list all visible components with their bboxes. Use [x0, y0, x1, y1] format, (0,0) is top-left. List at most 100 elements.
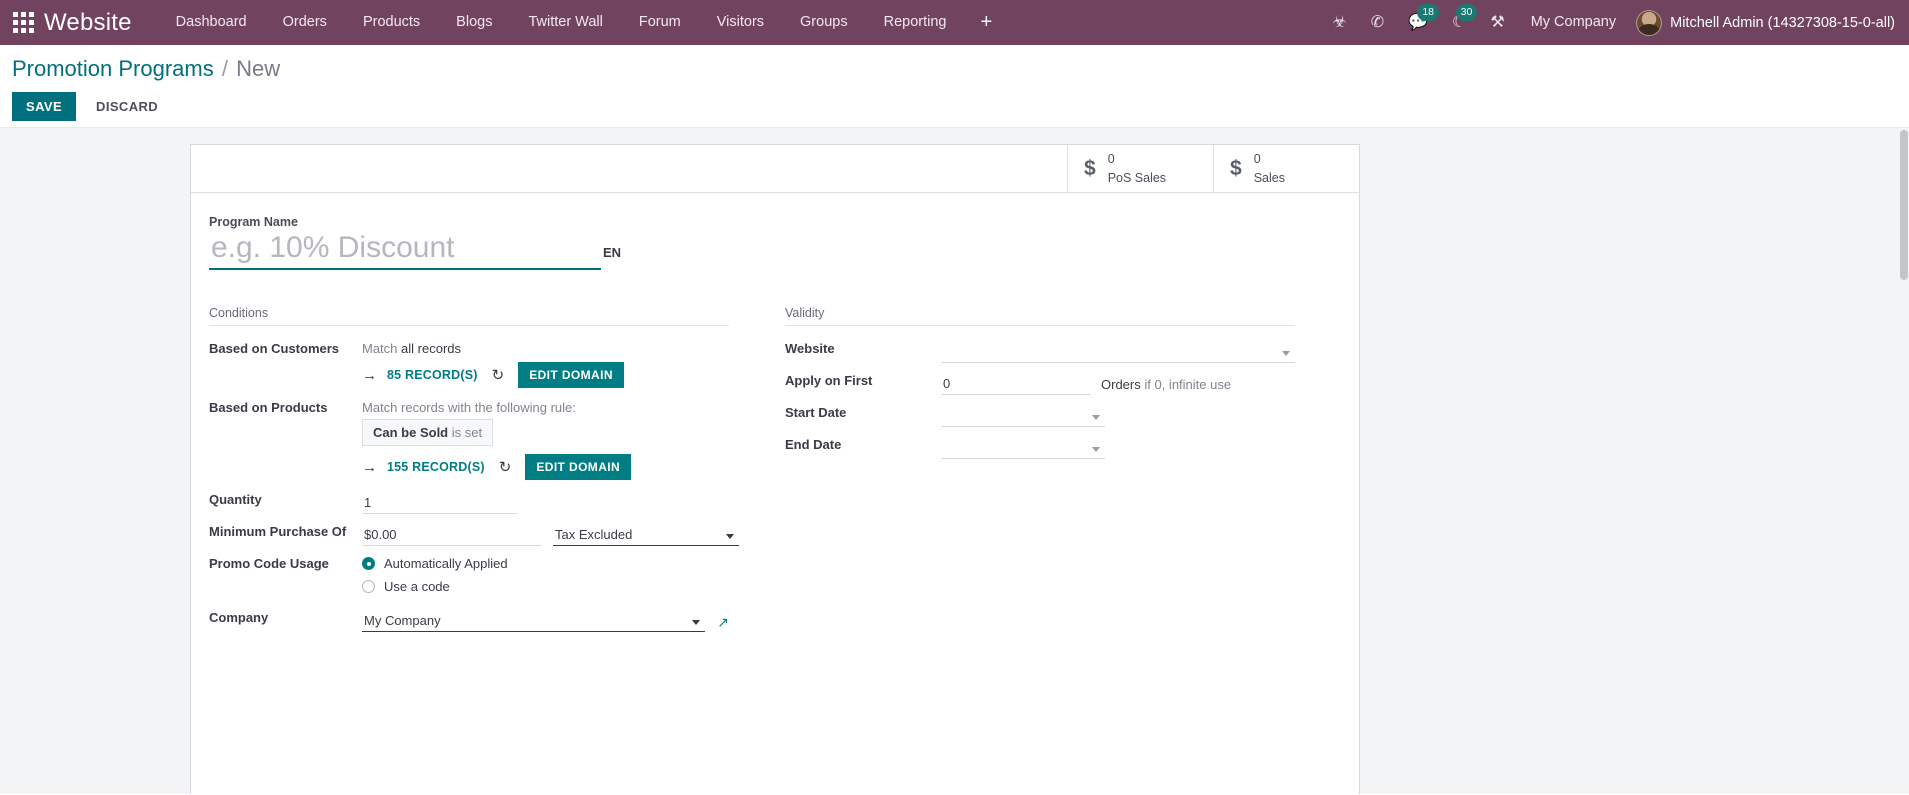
- activities-icon[interactable]: ☾ 30: [1440, 0, 1478, 45]
- apply-on-first-input[interactable]: [941, 373, 1091, 395]
- company-value-wrap: My Company ↗︎: [362, 605, 729, 632]
- edit-domain-customers-button[interactable]: EDIT DOMAIN: [518, 362, 624, 388]
- nav-item-groups[interactable]: Groups: [782, 0, 866, 45]
- product-rule-operator: is set: [451, 425, 483, 440]
- company-switcher[interactable]: My Company: [1517, 0, 1630, 45]
- company-row: My Company ↗︎: [362, 610, 729, 632]
- language-badge[interactable]: EN: [597, 245, 621, 268]
- content-area: $ 0 PoS Sales $ 0 Sales Program Name e.g…: [0, 128, 1909, 794]
- end-date-label: End Date: [785, 437, 842, 452]
- stat-button-pos-sales[interactable]: $ 0 PoS Sales: [1067, 145, 1213, 192]
- discard-button[interactable]: DISCARD: [82, 92, 172, 121]
- nav-item-products[interactable]: Products: [345, 0, 438, 45]
- breadcrumb-promotion-programs[interactable]: Promotion Programs: [12, 56, 214, 81]
- validity-title: Validity: [785, 306, 1295, 326]
- brand-website[interactable]: Website: [44, 9, 132, 37]
- quantity-input[interactable]: [362, 492, 517, 514]
- stat-value-sales: 0: [1253, 152, 1261, 167]
- vertical-scrollbar-thumb[interactable]: [1900, 130, 1908, 280]
- form-columns: Conditions Based on Customers Match all …: [191, 306, 1359, 637]
- start-date-label: Start Date: [785, 405, 847, 420]
- field-based-on-products: Based on Products Match records with the…: [209, 395, 729, 484]
- radio-row-use-a-code[interactable]: Use a code: [362, 579, 729, 594]
- user-name: Mitchell Admin (14327308-15-0-all): [1670, 14, 1895, 31]
- end-date-input[interactable]: [941, 437, 1105, 459]
- apply-on-first-label: Apply on First: [785, 373, 873, 388]
- form-action-buttons: SAVE DISCARD: [12, 92, 1909, 122]
- refresh-icon[interactable]: ↻: [499, 458, 512, 476]
- stat-label-pos-sales: PoS Sales: [1107, 170, 1167, 185]
- radio-label-use-a-code[interactable]: Use a code: [384, 579, 450, 594]
- nav-item-orders[interactable]: Orders: [265, 0, 345, 45]
- based-on-customers-label: Based on Customers: [209, 341, 340, 356]
- nav-item-blogs[interactable]: Blogs: [438, 0, 510, 45]
- activities-badge: 30: [1455, 4, 1478, 21]
- website-value-wrap: [941, 336, 1295, 363]
- website-select[interactable]: [941, 341, 1295, 363]
- breadcrumb: Promotion Programs / New: [12, 56, 1909, 81]
- refresh-icon[interactable]: ↻: [492, 366, 505, 384]
- save-button[interactable]: SAVE: [12, 92, 77, 122]
- radio-automatically-applied[interactable]: [362, 557, 375, 570]
- products-record-count[interactable]: 155 RECORD(S): [387, 460, 485, 474]
- top-navbar: Website Dashboard Orders Products Blogs …: [0, 0, 1909, 45]
- program-name-label: Program Name: [209, 215, 298, 229]
- user-menu[interactable]: Mitchell Admin (14327308-15-0-all): [1630, 9, 1895, 36]
- breadcrumb-current: New: [236, 56, 281, 81]
- conditions-group: Conditions Based on Customers Match all …: [191, 306, 775, 637]
- promo-code-usage-label: Promo Code Usage: [209, 556, 329, 571]
- tax-select-wrap: Tax Excluded: [553, 524, 739, 546]
- radio-label-automatically-applied[interactable]: Automatically Applied: [384, 556, 508, 571]
- end-date-value-wrap: [941, 432, 1295, 459]
- external-link-icon[interactable]: ↗︎: [717, 612, 729, 631]
- based-on-products-label: Based on Products: [209, 400, 328, 415]
- products-match-text: Match records with the following rule:: [362, 400, 576, 415]
- messages-icon[interactable]: 💬 18: [1396, 0, 1440, 45]
- website-label: Website: [785, 341, 835, 356]
- customers-domain-line: → 85 RECORD(S) ↻ EDIT DOMAIN: [362, 362, 729, 388]
- quantity-value-wrap: [362, 487, 729, 514]
- radio-use-a-code[interactable]: [362, 580, 375, 593]
- apps-grid-icon[interactable]: [8, 8, 38, 38]
- nav-item-visitors[interactable]: Visitors: [699, 0, 782, 45]
- start-date-input[interactable]: [941, 405, 1105, 427]
- apply-on-first-unit: Orders: [1101, 376, 1141, 392]
- field-quantity: Quantity: [209, 487, 729, 516]
- stat-button-sales[interactable]: $ 0 Sales: [1213, 145, 1359, 192]
- edit-domain-products-button[interactable]: EDIT DOMAIN: [525, 454, 632, 480]
- form-sheet: $ 0 PoS Sales $ 0 Sales Program Name e.g…: [190, 144, 1360, 794]
- arrow-right-icon: →: [362, 458, 377, 476]
- quantity-label: Quantity: [209, 492, 262, 507]
- product-rule-field: Can be Sold: [373, 425, 449, 440]
- field-end-date: End Date: [785, 432, 1295, 461]
- customers-match-strong[interactable]: all records: [401, 341, 461, 356]
- company-select[interactable]: My Company: [362, 610, 706, 632]
- field-company: Company My Company ↗︎: [209, 605, 729, 634]
- minimum-purchase-row: Tax Excluded: [362, 524, 739, 546]
- program-name-input[interactable]: [209, 231, 597, 268]
- vertical-scrollbar[interactable]: [1898, 128, 1909, 794]
- nav-item-twitter-wall[interactable]: Twitter Wall: [510, 0, 620, 45]
- program-name-block: Program Name EN: [191, 215, 1359, 270]
- bug-icon[interactable]: ☣: [1320, 0, 1358, 45]
- form-body: Program Name EN Conditions Based on Cust…: [191, 193, 1359, 637]
- based-on-customers-value: Match all records → 85 RECORD(S) ↻ EDIT …: [362, 336, 729, 392]
- product-rule-chip[interactable]: Can be Sold is set: [362, 419, 494, 446]
- messages-badge: 18: [1417, 4, 1440, 21]
- nav-item-dashboard[interactable]: Dashboard: [158, 0, 265, 45]
- radio-row-automatically-applied[interactable]: Automatically Applied: [362, 556, 729, 571]
- nav-item-reporting[interactable]: Reporting: [866, 0, 965, 45]
- tools-icon[interactable]: ⚒: [1478, 0, 1516, 45]
- stat-button-bar: $ 0 PoS Sales $ 0 Sales: [191, 145, 1359, 193]
- apply-on-first-row: Orders if 0, infinite use: [941, 373, 1295, 395]
- minimum-purchase-input[interactable]: [362, 524, 542, 546]
- tax-select[interactable]: Tax Excluded: [553, 524, 739, 546]
- nav-add-icon[interactable]: +: [964, 0, 1008, 45]
- stat-button-sales-text: 0 Sales: [1254, 150, 1285, 187]
- customers-record-count[interactable]: 85 RECORD(S): [387, 368, 478, 382]
- minimum-purchase-value-wrap: Tax Excluded: [362, 519, 739, 546]
- start-date-value-wrap: [941, 400, 1295, 427]
- field-start-date: Start Date: [785, 400, 1295, 429]
- phone-icon[interactable]: ✆: [1359, 0, 1396, 45]
- nav-item-forum[interactable]: Forum: [621, 0, 699, 45]
